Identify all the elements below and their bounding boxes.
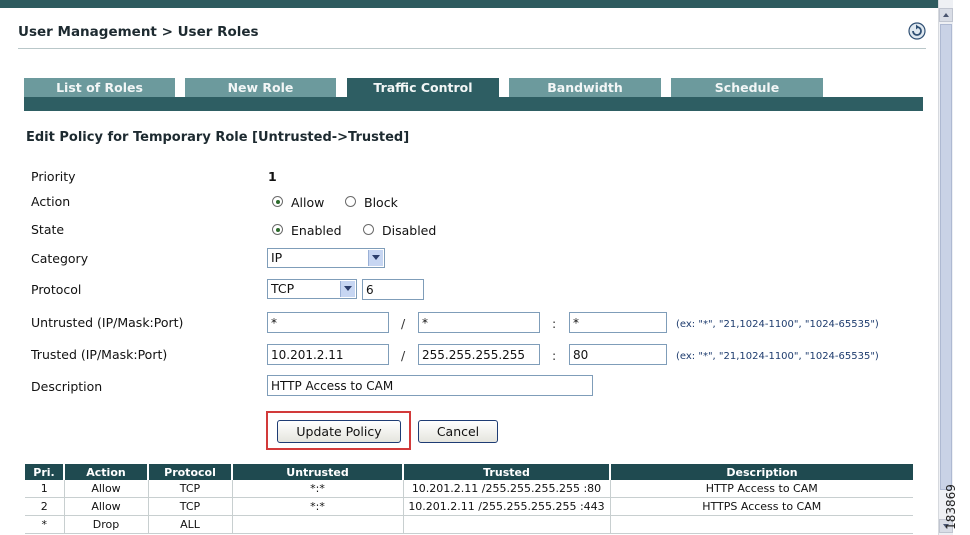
tab-bandwidth[interactable]: Bandwidth: [509, 78, 661, 97]
cell-trusted: 10.201.2.11 /255.255.255.255 :443: [403, 497, 611, 516]
cell-untrusted: *:*: [232, 480, 404, 498]
cell-priority: 1: [25, 480, 65, 498]
trusted-label: Trusted (IP/Mask:Port): [31, 347, 168, 362]
priority-label: Priority: [31, 169, 76, 184]
vertical-scrollbar[interactable]: [938, 0, 953, 535]
cell-protocol: TCP: [148, 497, 233, 516]
priority-value: 1: [268, 169, 277, 184]
trusted-mask-input[interactable]: [418, 344, 540, 365]
cancel-button[interactable]: Cancel: [418, 420, 498, 443]
colon-separator: :: [552, 348, 557, 363]
col-header-priority: Pri.: [25, 464, 65, 480]
cell-trusted: [403, 515, 611, 534]
table-row[interactable]: * Drop ALL: [25, 515, 913, 534]
chevron-down-icon: [340, 281, 355, 297]
cell-untrusted: *:*: [232, 497, 404, 516]
table-row[interactable]: 1 Allow TCP *:* 10.201.2.11 /255.255.255…: [25, 480, 913, 498]
tab-traffic-control[interactable]: Traffic Control: [347, 78, 499, 97]
slash-separator: /: [401, 348, 406, 363]
chevron-down-icon: [368, 250, 383, 266]
category-label: Category: [31, 251, 89, 266]
top-bar: [0, 0, 938, 8]
protocol-number-input[interactable]: [362, 279, 424, 300]
cell-description: HTTPS Access to CAM: [610, 497, 913, 516]
colon-separator: :: [552, 316, 557, 331]
breadcrumb: User Management > User Roles: [18, 24, 259, 40]
cell-protocol: ALL: [148, 515, 233, 534]
col-header-trusted: Trusted: [403, 464, 611, 480]
untrusted-label: Untrusted (IP/Mask:Port): [31, 315, 184, 330]
state-enabled-radio[interactable]: [272, 224, 283, 235]
cell-priority: 2: [25, 497, 65, 516]
cell-action: Allow: [64, 480, 149, 498]
slash-separator: /: [401, 316, 406, 331]
action-allow-radio[interactable]: [272, 196, 283, 207]
protocol-value: TCP: [271, 281, 295, 296]
tab-strip: List of Roles New Role Traffic Control B…: [24, 78, 923, 111]
state-label: State: [31, 222, 65, 237]
action-label: Action: [31, 194, 71, 209]
cell-protocol: TCP: [148, 480, 233, 498]
description-label: Description: [31, 379, 103, 394]
col-header-description: Description: [610, 464, 913, 480]
cell-untrusted: [232, 515, 404, 534]
tab-list-of-roles[interactable]: List of Roles: [24, 78, 175, 97]
cell-action: Drop: [64, 515, 149, 534]
form-title: Edit Policy for Temporary Role [Untruste…: [26, 130, 410, 145]
tab-schedule[interactable]: Schedule: [671, 78, 823, 97]
cell-description: HTTP Access to CAM: [610, 480, 913, 498]
cell-description: [610, 515, 913, 534]
protocol-label: Protocol: [31, 282, 82, 297]
description-input[interactable]: [267, 375, 593, 396]
col-header-protocol: Protocol: [148, 464, 233, 480]
untrusted-port-hint: (ex: "*", "21,1024-1100", "1024-65535"): [676, 319, 879, 330]
tab-new-role[interactable]: New Role: [185, 78, 336, 97]
col-header-untrusted: Untrusted: [232, 464, 404, 480]
action-block-radio[interactable]: [345, 196, 356, 207]
scrollbar-thumb[interactable]: [940, 24, 952, 490]
untrusted-ip-input[interactable]: [267, 312, 389, 333]
figure-id-text: 183869: [943, 484, 958, 530]
cell-priority: *: [25, 515, 65, 534]
cell-trusted: 10.201.2.11 /255.255.255.255 :80: [403, 480, 611, 498]
state-disabled-label: Disabled: [382, 223, 437, 238]
trusted-ip-input[interactable]: [267, 344, 389, 365]
state-disabled-radio[interactable]: [363, 224, 374, 235]
policy-table: Pri. Action Protocol Untrusted Trusted D…: [25, 464, 913, 534]
breadcrumb-divider: [18, 48, 926, 49]
figure-id: 183869: [944, 480, 968, 535]
update-policy-button[interactable]: Update Policy: [277, 420, 401, 443]
untrusted-mask-input[interactable]: [418, 312, 540, 333]
scroll-up-arrow-icon[interactable]: [939, 8, 953, 22]
untrusted-port-input[interactable]: [569, 312, 667, 333]
refresh-icon[interactable]: [908, 22, 926, 40]
category-value: IP: [271, 250, 283, 265]
action-block-label: Block: [364, 195, 398, 210]
table-row[interactable]: 2 Allow TCP *:* 10.201.2.11 /255.255.255…: [25, 497, 913, 516]
trusted-port-input[interactable]: [569, 344, 667, 365]
table-header-row: Pri. Action Protocol Untrusted Trusted D…: [25, 464, 913, 480]
tab-underline-bar: [24, 97, 923, 111]
category-select[interactable]: IP: [267, 248, 385, 268]
action-allow-label: Allow: [291, 195, 325, 210]
state-enabled-label: Enabled: [291, 223, 342, 238]
cell-action: Allow: [64, 497, 149, 516]
protocol-select[interactable]: TCP: [267, 279, 357, 299]
col-header-action: Action: [64, 464, 149, 480]
trusted-port-hint: (ex: "*", "21,1024-1100", "1024-65535"): [676, 351, 879, 362]
